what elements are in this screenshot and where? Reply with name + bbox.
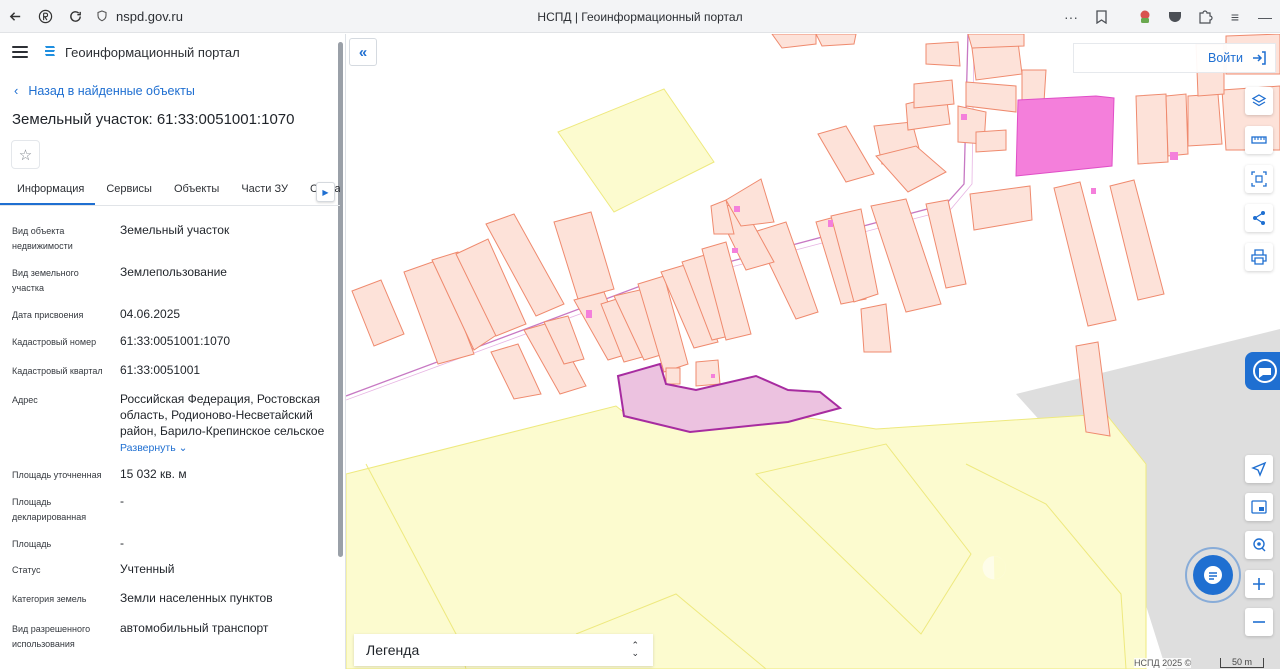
login-bar: Войти — [1073, 43, 1276, 73]
yandex-icon[interactable] — [30, 0, 60, 33]
browser-toolbar: nspd.gov.ru НСПД | Геоинформационный пор… — [0, 0, 1280, 33]
ruler-icon — [1251, 136, 1267, 144]
property-value: 61:33:0051001 — [120, 363, 201, 377]
property-value: - — [120, 536, 124, 550]
tab-objects[interactable]: Объекты — [163, 183, 230, 205]
back-link-label: Назад в найденные объекты — [28, 83, 195, 98]
property-value: 04.06.2025 — [120, 307, 181, 321]
panel-header: Геоинформационный портал — [0, 34, 340, 70]
object-info-panel: Геоинформационный портал ‹ Назад в найде… — [0, 34, 346, 669]
minimize-window-icon[interactable]: — — [1250, 0, 1280, 33]
chat-button[interactable] — [1185, 547, 1241, 603]
property-label: Дата присвоения — [12, 310, 84, 320]
extensions-puzzle-icon[interactable] — [1190, 0, 1220, 33]
tab-information[interactable]: Информация — [0, 183, 96, 205]
map-canvas[interactable] — [346, 34, 1280, 669]
map-attribution: НСПД 2025 © — [1134, 658, 1192, 668]
assistant-icon — [1253, 359, 1277, 383]
chevron-down-icon: ⌄ — [178, 442, 188, 454]
share-icon — [1253, 211, 1265, 225]
expand-label: Развернуть — [120, 442, 176, 454]
site-shield-icon — [97, 10, 107, 22]
map-view[interactable]: ◐ « Войти Легенда ⌃ ⌄ НСПД 2025 © 50 m — [346, 34, 1280, 669]
assistant-button[interactable] — [1245, 352, 1280, 390]
print-icon — [1251, 249, 1267, 265]
tabs-scroll-right-button[interactable]: ▶ — [316, 182, 335, 202]
layers-button[interactable] — [1245, 87, 1273, 115]
ruler-button[interactable] — [1245, 126, 1273, 154]
property-value: автомобильный транспорт — [120, 621, 269, 635]
property-label: Площадь декларированная — [12, 497, 87, 522]
back-arrow-icon[interactable] — [0, 0, 30, 33]
property-value: 61:33:0051001:1070 — [120, 334, 231, 348]
property-label: Адрес — [12, 395, 38, 405]
property-label: Кадастровый номер — [12, 337, 97, 347]
url-text: nspd.gov.ru — [116, 8, 183, 24]
minimap-icon — [1251, 500, 1267, 514]
locate-icon — [1251, 461, 1267, 477]
login-icon[interactable] — [1251, 50, 1267, 66]
pin-button[interactable] — [1245, 531, 1273, 559]
hamburger-menu-icon[interactable] — [12, 46, 28, 58]
back-to-results-link[interactable]: ‹ Назад в найденные объекты — [14, 83, 195, 98]
tab-services[interactable]: Сервисы — [95, 183, 163, 205]
property-label: Кадастровый квартал — [12, 366, 103, 376]
object-title: Земельный участок: 61:33:0051001:1070 — [12, 111, 295, 128]
property-label: Категория земель — [12, 594, 87, 604]
collapse-panel-button[interactable]: « — [349, 38, 377, 66]
property-label: Площадь уточненная — [12, 470, 102, 480]
property-label: Площадь — [12, 539, 52, 549]
expand-address-link[interactable]: Развернуть ⌄ — [120, 440, 330, 456]
property-value: Земельный участок — [120, 223, 230, 237]
more-icon[interactable]: ··· — [1056, 0, 1086, 33]
select-area-button[interactable] — [1245, 165, 1273, 193]
menu-icon[interactable]: ≡ — [1220, 0, 1250, 33]
reload-icon[interactable] — [60, 0, 90, 33]
address-bar[interactable]: nspd.gov.ru — [96, 9, 183, 24]
portal-logo-icon — [45, 46, 55, 56]
expand-collapse-icon: ⌃ ⌄ — [631, 640, 639, 658]
pocket-icon[interactable] — [1160, 0, 1190, 33]
select-area-icon — [1251, 171, 1267, 187]
triangle-right-icon: ▶ — [322, 187, 329, 197]
property-label: Вид земельного участка — [12, 268, 79, 293]
layers-icon — [1251, 94, 1267, 107]
minimap-button[interactable] — [1245, 493, 1273, 521]
map-scale-bar: 50 m — [1220, 658, 1264, 668]
star-icon: ☆ — [18, 146, 33, 164]
tab-parts[interactable]: Части ЗУ — [230, 183, 299, 205]
bookmark-icon[interactable] — [1086, 0, 1116, 33]
property-label: Статус — [12, 565, 41, 575]
panel-scrollbar[interactable] — [338, 42, 343, 557]
property-value: Земли населенных пунктов — [120, 591, 273, 605]
print-button[interactable] — [1245, 243, 1273, 271]
zoom-in-button[interactable] — [1245, 570, 1273, 598]
zoom-out-button[interactable] — [1245, 608, 1273, 636]
object-tabs: Информация Сервисы Объекты Части ЗУ Сост… — [0, 176, 340, 206]
property-label: Вид разрешенного использования — [12, 624, 91, 649]
legend-panel[interactable]: Легенда ⌃ ⌄ — [354, 634, 653, 666]
address-text: Российская Федерация, Ростовская область… — [120, 392, 325, 438]
extension-icon[interactable] — [1130, 0, 1160, 33]
zoom-out-icon — [1253, 621, 1265, 623]
portal-name: Геоинформационный портал — [65, 44, 240, 60]
double-chevron-left-icon: « — [358, 43, 368, 61]
zoom-in-icon — [1253, 578, 1265, 590]
locate-button[interactable] — [1245, 455, 1273, 483]
favorite-button[interactable]: ☆ — [11, 140, 40, 169]
browser-actions: ··· ≡ — — [1056, 0, 1280, 33]
legend-label: Легенда — [366, 642, 420, 658]
map-watermark: ◐ — [978, 535, 1013, 595]
property-value: Учтенный — [120, 562, 175, 576]
property-value-address: Российская Федерация, Ростовская область… — [120, 391, 330, 456]
pin-icon — [1253, 538, 1266, 552]
login-button[interactable]: Войти — [1208, 51, 1243, 65]
property-label: Вид объекта недвижимости — [12, 226, 73, 251]
property-value: - — [120, 494, 124, 508]
chevron-left-icon: ‹ — [14, 83, 19, 98]
property-value: Землепользование — [120, 265, 227, 279]
property-value: 15 032 кв. м — [120, 467, 187, 481]
share-button[interactable] — [1245, 204, 1273, 232]
